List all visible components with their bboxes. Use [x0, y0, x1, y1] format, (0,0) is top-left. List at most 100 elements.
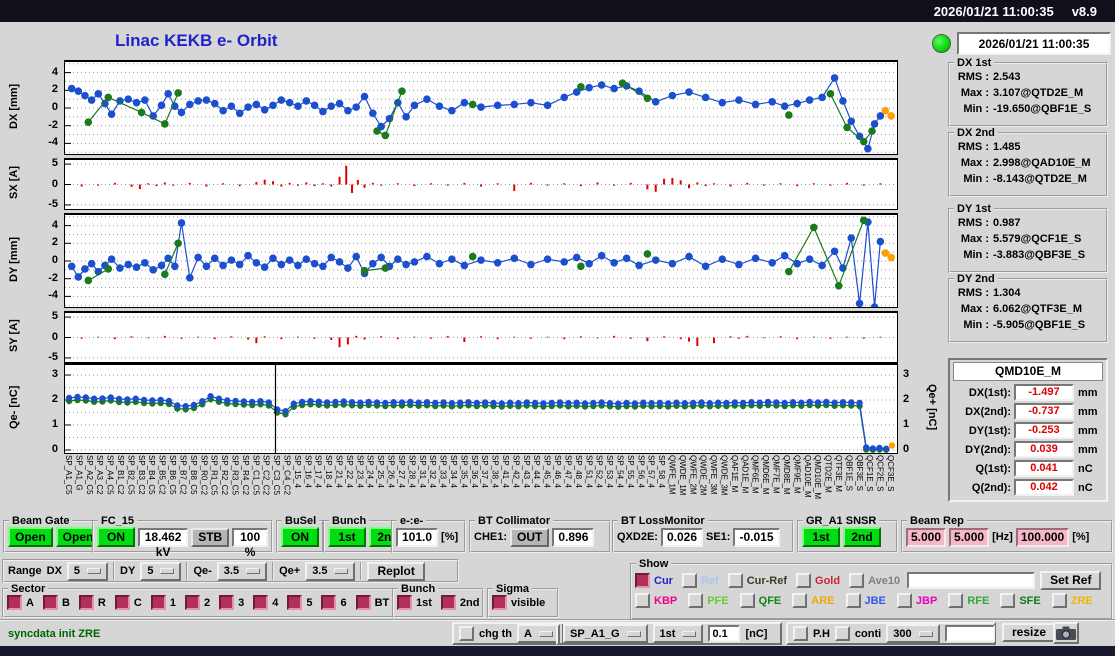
checkbox-cur[interactable]: Cur [635, 573, 673, 588]
checkbox-box-icon[interactable] [796, 573, 812, 588]
checkbox-jbe[interactable]: JBE [845, 593, 886, 608]
checkbox-box-icon[interactable] [150, 595, 166, 610]
gr-snsr-1st-button[interactable]: 1st [802, 527, 840, 547]
checkbox-4[interactable]: 4 [253, 595, 278, 610]
checkbox-box-icon[interactable] [321, 595, 337, 610]
checkbox-box-icon[interactable] [253, 595, 269, 610]
checkbox-r[interactable]: R [78, 595, 106, 610]
bpm-label: SP_R1_C5 [209, 455, 219, 496]
checkbox-box-icon[interactable] [845, 593, 861, 608]
points-dropdown[interactable]: 300 [886, 624, 940, 643]
checkbox-box-icon[interactable] [78, 595, 94, 610]
checkbox-6[interactable]: 6 [321, 595, 347, 610]
checkbox-qfe[interactable]: QFE [739, 593, 781, 608]
checkbox-a[interactable]: A [7, 595, 34, 610]
checkbox-are[interactable]: ARE [792, 593, 835, 608]
checkbox-box-icon[interactable] [635, 593, 650, 608]
range-dx-dropdown[interactable]: 5 [66, 561, 109, 581]
checkbox-label: R [97, 596, 106, 609]
ee-ratio-readout: 101.0 [396, 527, 439, 547]
checkbox-jbp[interactable]: JBP [896, 593, 937, 608]
bunch-select-dropdown[interactable]: 1st [652, 624, 704, 643]
range-dy-dropdown[interactable]: 5 [140, 561, 182, 581]
checkbox-box-icon[interactable] [739, 593, 755, 608]
checkbox-box-icon[interactable] [355, 595, 371, 610]
resize-button[interactable]: resize [1002, 623, 1057, 642]
bpm-label: QTF3E_M [833, 455, 843, 492]
checkbox-box-icon[interactable] [1051, 593, 1067, 608]
qxd2e-label: QXD2E: [617, 531, 658, 543]
set-ref-button[interactable]: Set Ref [1040, 571, 1102, 590]
checkbox-1[interactable]: 1 [150, 595, 176, 610]
checkbox-box-icon[interactable] [681, 573, 697, 588]
se1-label: SE1: [706, 531, 731, 543]
busel-on-button[interactable]: ON [281, 527, 319, 547]
checkbox-box-icon[interactable] [948, 593, 964, 608]
checkbox-b[interactable]: B [42, 595, 70, 610]
extra-input[interactable] [944, 625, 995, 642]
monitor-row: DY(1st): -0.253 mm [953, 421, 1103, 440]
checkbox-zre[interactable]: ZRE [1051, 593, 1093, 608]
bpm-label: SP_R3_C5 [230, 455, 240, 496]
gr-snsr-2nd-button[interactable]: 2nd [843, 527, 881, 547]
replot-button[interactable]: Replot [367, 561, 425, 581]
conti-checkbox[interactable] [834, 626, 850, 641]
checkbox-box-icon[interactable] [440, 595, 456, 610]
sp-select-dropdown[interactable]: SP_A1_G [563, 624, 648, 643]
checkbox-2nd[interactable]: 2nd [440, 595, 479, 610]
checkbox-2[interactable]: 2 [184, 595, 210, 610]
threshold-input[interactable] [708, 625, 741, 642]
stat-row: RMS :0.987 [957, 217, 1021, 229]
checkbox-box-icon[interactable] [1000, 593, 1016, 608]
checkbox-1st[interactable]: 1st [397, 595, 432, 610]
range-qem-dropdown[interactable]: 3.5 [216, 561, 268, 581]
bpm-label: SP_R4_C2 [240, 455, 250, 496]
checkbox-box-icon[interactable] [287, 595, 303, 610]
checkbox-box-icon[interactable] [849, 573, 865, 588]
checkbox-visible[interactable]: visible [492, 595, 545, 610]
bunch-1st-button[interactable]: 1st [328, 527, 366, 547]
beam-gate-open-1-button[interactable]: Open [8, 527, 53, 547]
fc15-stb-button[interactable]: STB [191, 527, 230, 547]
checkbox-box-icon[interactable] [727, 573, 743, 588]
checkbox-sfe[interactable]: SFE [1000, 593, 1041, 608]
th-channel-dropdown[interactable]: A [517, 624, 560, 643]
checkbox-box-icon[interactable] [42, 595, 58, 610]
checkbox-box-icon[interactable] [635, 573, 650, 588]
monitor-row: Q(1st): 0.041 nC [953, 459, 1103, 478]
checkbox-c[interactable]: C [114, 595, 142, 610]
range-qep-dropdown[interactable]: 3.5 [305, 561, 356, 581]
checkbox-rfe[interactable]: RFE [948, 593, 989, 608]
checkbox-box-icon[interactable] [184, 595, 200, 610]
checkbox-gold[interactable]: Gold [796, 573, 840, 588]
bpm-label: SP_44_4 [532, 455, 542, 488]
checkbox-5[interactable]: 5 [287, 595, 312, 610]
checkbox-box-icon[interactable] [7, 595, 22, 610]
ph-checkbox[interactable] [793, 626, 808, 641]
checkbox-cur-ref[interactable]: Cur-Ref [727, 573, 787, 588]
checkbox-box-icon[interactable] [219, 595, 235, 610]
fc15-on-button[interactable]: ON [97, 527, 135, 547]
camera-button[interactable] [1053, 622, 1079, 644]
bpm-label: SP_56_4 [636, 455, 646, 488]
checkbox-label: ARE [811, 594, 835, 607]
y-tick-label-right: 0 [903, 443, 910, 455]
bpm-label: SP_A3_C2 [95, 455, 105, 495]
checkbox-3[interactable]: 3 [219, 595, 244, 610]
checkbox-ref[interactable]: Ref [681, 573, 719, 588]
beam-rep-readout-1: 5.000 [906, 527, 947, 547]
dy-axis-label: DY [mm] [8, 236, 20, 282]
checkbox-box-icon[interactable] [492, 595, 507, 610]
checkbox-box-icon[interactable] [397, 595, 412, 610]
checkbox-pfe[interactable]: PFE [688, 593, 729, 608]
checkbox-box-icon[interactable] [792, 593, 808, 608]
checkbox-bt[interactable]: BT [355, 595, 389, 610]
checkbox-box-icon[interactable] [688, 593, 704, 608]
che1-state-button[interactable]: OUT [510, 527, 550, 547]
checkbox-box-icon[interactable] [114, 595, 130, 610]
checkbox-box-icon[interactable] [896, 593, 912, 608]
checkbox-ave10[interactable]: Ave10 [849, 573, 900, 588]
ref-name-input[interactable] [907, 572, 1036, 589]
chg-th-checkbox[interactable] [459, 626, 474, 641]
checkbox-kbp[interactable]: KBP [635, 593, 677, 608]
